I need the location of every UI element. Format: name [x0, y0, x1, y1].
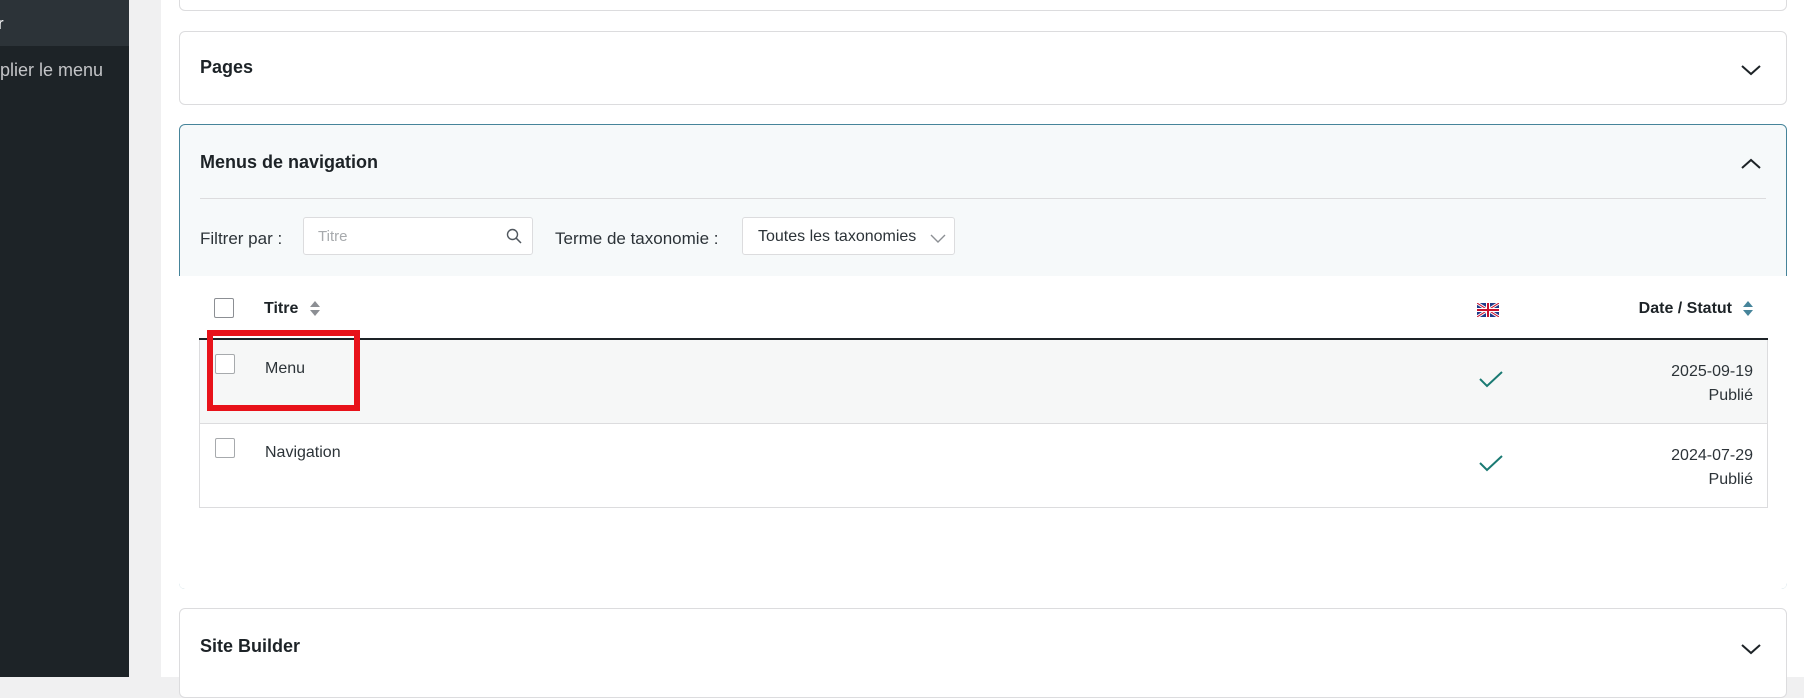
panel-site-builder[interactable]: Site Builder [179, 608, 1787, 698]
gb-flag-icon [1476, 301, 1500, 319]
row-title-link[interactable]: Menu [265, 360, 305, 378]
chevron-down-icon[interactable] [1740, 63, 1762, 77]
menus-table: Titre Date / Statut Menu 2025-09-19 Publ… [199, 276, 1768, 508]
previous-panel [179, 0, 1787, 11]
panel-menus-title[interactable]: Menus de navigation [200, 152, 378, 173]
sort-icon[interactable] [1742, 300, 1754, 318]
taxonomy-select[interactable]: Toutes les taxonomies [742, 217, 955, 255]
sort-icon[interactable] [309, 300, 321, 318]
filter-label: Filtrer par : [200, 229, 283, 248]
check-icon[interactable] [1478, 370, 1504, 393]
table-row[interactable]: Navigation 2024-07-29 Publié [199, 424, 1768, 508]
search-icon[interactable] [506, 228, 522, 244]
taxonomy-select-value: Toutes les taxonomies [758, 228, 917, 245]
chevron-up-icon[interactable] [1740, 157, 1762, 171]
row-status: Publié [1708, 471, 1753, 488]
row-status: Publié [1708, 387, 1753, 404]
row-date: 2025-09-19 [1671, 363, 1753, 380]
collapse-menu-button[interactable]: plier le menu [0, 60, 103, 81]
panel-divider [200, 198, 1766, 199]
admin-sidebar: r plier le menu [0, 0, 129, 677]
taxonomy-label: Terme de taxonomie : [555, 229, 719, 248]
select-all-checkbox[interactable] [214, 298, 234, 318]
page-gutter [129, 0, 161, 677]
check-icon[interactable] [1478, 454, 1504, 477]
sidebar-active-item-label: r [0, 14, 4, 33]
column-header-date[interactable]: Date / Statut [1639, 300, 1732, 318]
sidebar-active-item[interactable]: r [0, 0, 129, 46]
row-checkbox[interactable] [215, 438, 235, 458]
table-header: Titre Date / Statut [199, 276, 1768, 340]
panel-site-builder-title[interactable]: Site Builder [200, 636, 300, 657]
chevron-down-icon[interactable] [1740, 642, 1762, 656]
table-area: Titre Date / Statut Menu 2025-09-19 Publ… [179, 276, 1787, 589]
panel-pages[interactable]: Pages [179, 31, 1787, 105]
table-row[interactable]: Menu 2025-09-19 Publié [199, 340, 1768, 424]
panel-menus: Menus de navigation Filtrer par : Terme … [179, 124, 1787, 589]
search-field[interactable] [303, 217, 533, 255]
column-header-title[interactable]: Titre [264, 300, 298, 318]
row-checkbox[interactable] [215, 354, 235, 374]
search-input[interactable] [304, 218, 518, 254]
row-date: 2024-07-29 [1671, 447, 1753, 464]
row-title-link[interactable]: Navigation [265, 444, 341, 462]
panel-pages-title[interactable]: Pages [200, 57, 253, 78]
chevron-down-icon [930, 231, 946, 249]
